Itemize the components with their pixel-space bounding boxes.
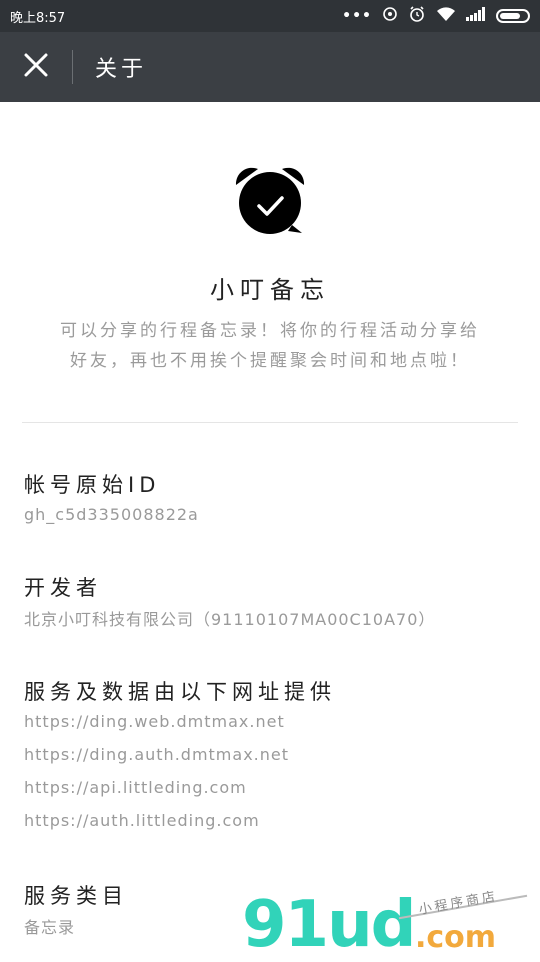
status-bar: 晚上8:57 ••• [0, 0, 540, 32]
developer-value: 北京小叮科技有限公司（91110107MA00C10A70） [24, 610, 436, 629]
battery-icon [496, 9, 530, 23]
signal-icon [466, 7, 486, 25]
account-id-value: gh_c5d335008822a [24, 505, 199, 524]
watermark-domain: .com [415, 920, 497, 955]
domains-title: 服务及数据由以下网址提供 [24, 680, 336, 704]
category-title: 服务类目 [24, 884, 128, 908]
domain-url: https://ding.auth.dmtmax.net [24, 745, 289, 764]
app-name: 小叮备忘 [210, 276, 330, 304]
nav-bar: 关于 [0, 32, 540, 102]
domain-url: https://api.littleding.com [24, 778, 247, 797]
close-icon [23, 52, 49, 82]
wifi-icon [436, 6, 456, 26]
domain-url: https://auth.littleding.com [24, 811, 260, 830]
watermark-caption: 小程序商店 [417, 889, 500, 918]
domain-url: https://ding.web.dmtmax.net [24, 712, 285, 731]
alarm-clock-check-icon [232, 163, 308, 239]
app-description: 可以分享的行程备忘录！将你的行程活动分享给 好友，再也不用挨个提醒聚会时间和地点… [26, 316, 514, 376]
more-dots-icon: ••• [342, 8, 372, 24]
close-button[interactable] [0, 32, 72, 102]
app-description-line: 好友，再也不用挨个提醒聚会时间和地点啦！ [70, 351, 470, 371]
divider [22, 422, 518, 423]
alarm-icon [408, 5, 426, 27]
account-id-title: 帐号原始ID [24, 473, 161, 497]
status-time: 晚上8:57 [10, 10, 66, 26]
watermark-logo: 91ud [242, 888, 416, 962]
developer-title: 开发者 [24, 576, 102, 600]
category-value: 备忘录 [24, 918, 76, 937]
status-icons: ••• [342, 5, 530, 27]
nav-divider [72, 50, 73, 84]
page-title: 关于 [95, 57, 148, 82]
app-description-line: 可以分享的行程备忘录！将你的行程活动分享给 [60, 321, 480, 341]
sync-icon [382, 6, 398, 26]
